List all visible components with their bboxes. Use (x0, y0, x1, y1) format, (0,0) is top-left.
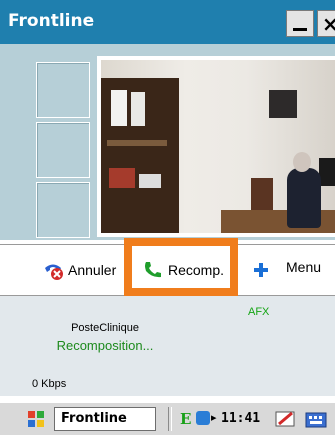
bookshelf (101, 78, 179, 233)
video-thumbnail-2[interactable] (36, 122, 90, 178)
highlight-box (124, 238, 238, 296)
bandwidth-readout: 0 Kbps (32, 378, 67, 390)
monitor (319, 158, 335, 186)
pen-input-icon[interactable] (275, 409, 297, 429)
menu-label: Menu (286, 259, 322, 275)
person-head (293, 152, 311, 172)
contact-name: PosteClinique (71, 322, 139, 334)
windows-flag-icon[interactable] (26, 409, 46, 429)
window-title: Frontline (8, 11, 95, 31)
network-icon[interactable] (196, 411, 210, 425)
plus-icon (254, 263, 268, 277)
hangup-phone-icon (45, 264, 63, 280)
status-panel: AFX PosteClinique Recomposition... 0 Kbp… (0, 296, 335, 396)
video-thumbnail-3[interactable] (36, 182, 90, 238)
cancel-button[interactable]: Annuler (42, 259, 116, 281)
tray-arrow-icon[interactable]: ▸ (211, 411, 217, 424)
close-icon: × (322, 12, 335, 36)
title-bar: Frontline × (0, 0, 335, 44)
taskbar-frontline-button[interactable]: Frontline (54, 407, 156, 431)
menu-button[interactable]: Menu (286, 259, 321, 275)
tray-e-icon[interactable]: E (180, 410, 191, 428)
call-state: Recomposition... (56, 338, 154, 353)
close-button[interactable]: × (317, 10, 335, 37)
main-video (97, 56, 335, 237)
keyboard-icon[interactable] (305, 411, 327, 429)
wall-picture (269, 90, 297, 118)
video-thumbnail-1[interactable] (36, 62, 90, 118)
clock[interactable]: 11:41 (221, 411, 260, 426)
codec-label: AFX (248, 306, 270, 318)
person (287, 168, 321, 228)
taskbar: Frontline E ▸ 11:41 (0, 402, 335, 435)
taskbar-separator (168, 407, 172, 431)
cancel-label: Annuler (68, 262, 117, 278)
minimize-button[interactable] (286, 10, 314, 37)
add-button[interactable] (250, 259, 272, 281)
